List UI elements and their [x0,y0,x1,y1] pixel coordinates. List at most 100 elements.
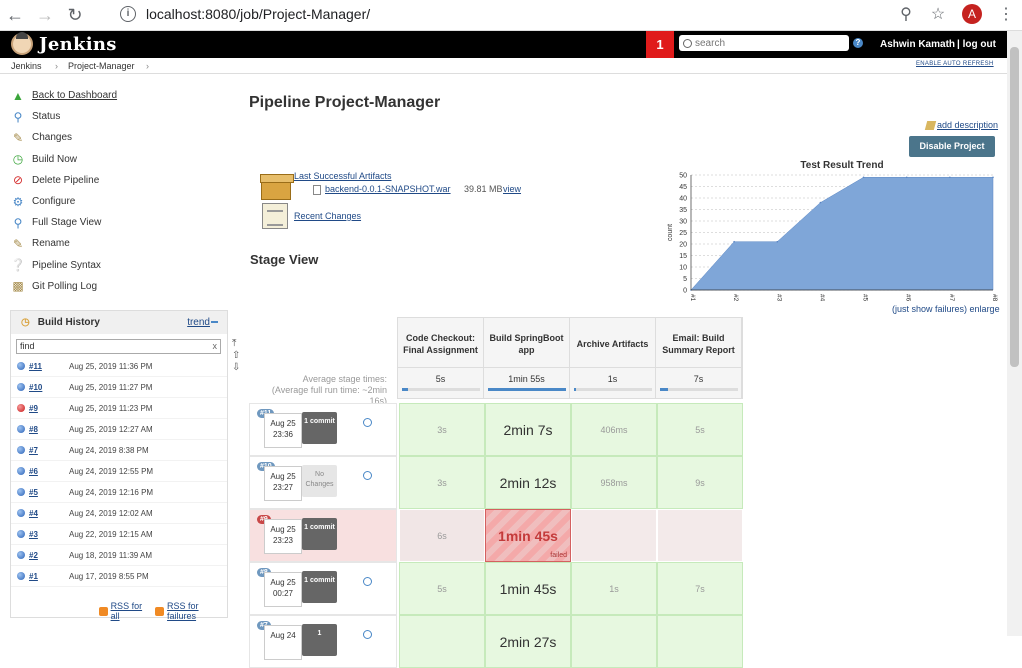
menu-kebab-icon[interactable]: ⋮ [990,4,1022,24]
filter-text[interactable]: find [20,341,35,351]
stage-cell[interactable]: 2min 12s [485,456,571,509]
breadcrumb-jenkins[interactable]: Jenkins [11,61,42,71]
stage-cell[interactable] [657,509,743,562]
vertical-scrollbar[interactable] [1007,31,1022,636]
stage-cell[interactable]: 1min 45s [485,562,571,615]
commit-badge[interactable]: 1 commit [302,412,337,444]
sidebar-item-label[interactable]: Configure [32,196,75,207]
forward-arrow-icon[interactable]: → [30,0,60,31]
sidebar-item-label[interactable]: Build Now [32,154,77,165]
stage-cell[interactable]: 958ms [571,456,657,509]
rss-failures-link[interactable]: RSS for failures [167,601,227,621]
build-row-header[interactable]: #10Aug 2523:27No Changes [249,456,397,509]
stage-cell[interactable]: 7s [657,562,743,615]
changes-icon[interactable] [363,577,372,586]
commit-badge[interactable]: 1 commit [302,571,337,603]
artifact-view-link[interactable]: view [503,184,521,194]
avatar[interactable]: A [962,4,982,24]
build-number-link[interactable]: #2 [29,551,69,560]
stage-cell[interactable]: 406ms [571,403,657,456]
address-bar[interactable]: i localhost:8080/job/Project-Manager/ [108,0,948,28]
build-history-row[interactable]: #5 Aug 24, 2019 12:16 PM [11,482,227,503]
sidebar-item-changes[interactable]: ✎ Changes [10,127,230,148]
sidebar-item-build-now[interactable]: ◷ Build Now [10,149,230,170]
add-description-link[interactable]: add description [924,120,998,130]
sidebar-item-status[interactable]: ⚲ Status [10,106,230,127]
artifact-file-link[interactable]: backend-0.0.1-SNAPSHOT.war [325,184,451,194]
enlarge-link[interactable]: enlarge [970,304,1000,314]
reload-icon[interactable]: ↻ [60,0,90,31]
build-history-row[interactable]: #2 Aug 18, 2019 11:39 AM [11,545,227,566]
jenkins-title[interactable]: Jenkins [39,34,117,55]
jenkins-logo[interactable]: Jenkins [11,32,117,55]
stage-cell[interactable]: 5s [399,562,485,615]
url-text[interactable]: localhost:8080/job/Project-Manager/ [146,6,370,22]
build-history-row[interactable]: #10 Aug 25, 2019 11:27 PM [11,377,227,398]
build-number-link[interactable]: #5 [29,488,69,497]
stage-cell[interactable]: 1min 45s failed [485,509,571,562]
zoom-icon[interactable]: ⚲ [890,4,922,24]
stage-cell[interactable] [571,509,657,562]
search-box[interactable] [679,35,849,51]
build-history-row[interactable]: #6 Aug 24, 2019 12:55 PM [11,461,227,482]
build-number-link[interactable]: #7 [29,446,69,455]
build-row-header[interactable]: #9Aug 2523:231 commit [249,509,397,562]
sidebar-item-pipeline-syntax[interactable]: ❔ Pipeline Syntax [10,255,230,276]
sidebar-item-configure[interactable]: ⚙ Configure [10,191,230,212]
build-row-header[interactable]: #7Aug 241 [249,615,397,668]
build-row-header[interactable]: #11Aug 2523:361 commit [249,403,397,456]
sidebar-item-label[interactable]: Status [32,111,60,122]
build-number-link[interactable]: #3 [29,530,69,539]
sidebar-item-delete-pipeline[interactable]: ⊘ Delete Pipeline [10,170,230,191]
sidebar-item-label[interactable]: Rename [32,238,70,249]
breadcrumb-separator[interactable]: › [55,61,58,71]
changes-icon[interactable] [363,630,372,639]
recent-changes-link[interactable]: Recent Changes [294,211,361,221]
test-result-trend-chart[interactable]: Test Result Trend 0 5 10 15 20 25 30 35 40 45 50 #1 #… [660,157,1000,307]
stage-cell[interactable]: 2min 27s [485,615,571,668]
add-description-label[interactable]: add description [937,120,998,130]
sidebar-item-back-to-dashboard[interactable]: ▲ Back to Dashboard [10,85,230,106]
collapse-icon[interactable] [211,321,218,323]
help-icon[interactable]: ? [853,38,863,48]
last-successful-artifacts-link[interactable]: Last Successful Artifacts [294,171,392,181]
stage-cell[interactable]: 9s [657,456,743,509]
build-number-link[interactable]: #6 [29,467,69,476]
changes-icon[interactable] [363,418,372,427]
stage-cell[interactable]: 1s [571,562,657,615]
build-number-link[interactable]: #1 [29,572,69,581]
enable-auto-refresh-link[interactable]: ENABLE AUTO REFRESH [916,61,994,67]
page-top-icon[interactable]: ⤒ [232,338,242,350]
sidebar-item-label[interactable]: Back to Dashboard [32,90,117,101]
build-history-row[interactable]: #8 Aug 25, 2019 12:27 AM [11,419,227,440]
trend-link[interactable]: trend [187,317,210,328]
stage-cell[interactable] [657,615,743,668]
sidebar-item-label[interactable]: Pipeline Syntax [32,260,101,271]
stage-cell[interactable]: 6s [399,509,485,562]
stage-cell[interactable]: 3s [399,456,485,509]
sidebar-item-label[interactable]: Full Stage View [32,217,101,228]
sidebar-item-label[interactable]: Delete Pipeline [32,175,99,186]
disable-project-button[interactable]: Disable Project [909,136,995,157]
sidebar-item-rename[interactable]: ✎ Rename [10,233,230,254]
breadcrumb-project[interactable]: Project-Manager [68,61,135,71]
page-down-icon[interactable]: ⇩ [232,362,242,374]
stage-cell[interactable] [399,615,485,668]
sidebar-item-label[interactable]: Changes [32,132,72,143]
breadcrumb-separator[interactable]: › [146,61,149,71]
build-row-header[interactable]: #8Aug 2500:271 commit [249,562,397,615]
just-show-failures-link[interactable]: (just show failures) [892,304,967,314]
notification-badge[interactable]: 1 [646,31,674,58]
back-arrow-icon[interactable]: ← [0,0,30,31]
build-history-row[interactable]: #9 Aug 25, 2019 11:23 PM [11,398,227,419]
info-icon[interactable]: i [120,6,136,22]
logout-link[interactable]: | log out [957,39,996,50]
build-number-link[interactable]: #8 [29,425,69,434]
build-history-row[interactable]: #3 Aug 22, 2019 12:15 AM [11,524,227,545]
scrollbar-thumb[interactable] [1010,47,1019,367]
build-history-row[interactable]: #1 Aug 17, 2019 8:55 PM [11,566,227,587]
build-number-link[interactable]: #11 [29,362,69,371]
build-number-link[interactable]: #4 [29,509,69,518]
build-history-row[interactable]: #11 Aug 25, 2019 11:36 PM [11,356,227,377]
stage-cell[interactable]: 5s [657,403,743,456]
